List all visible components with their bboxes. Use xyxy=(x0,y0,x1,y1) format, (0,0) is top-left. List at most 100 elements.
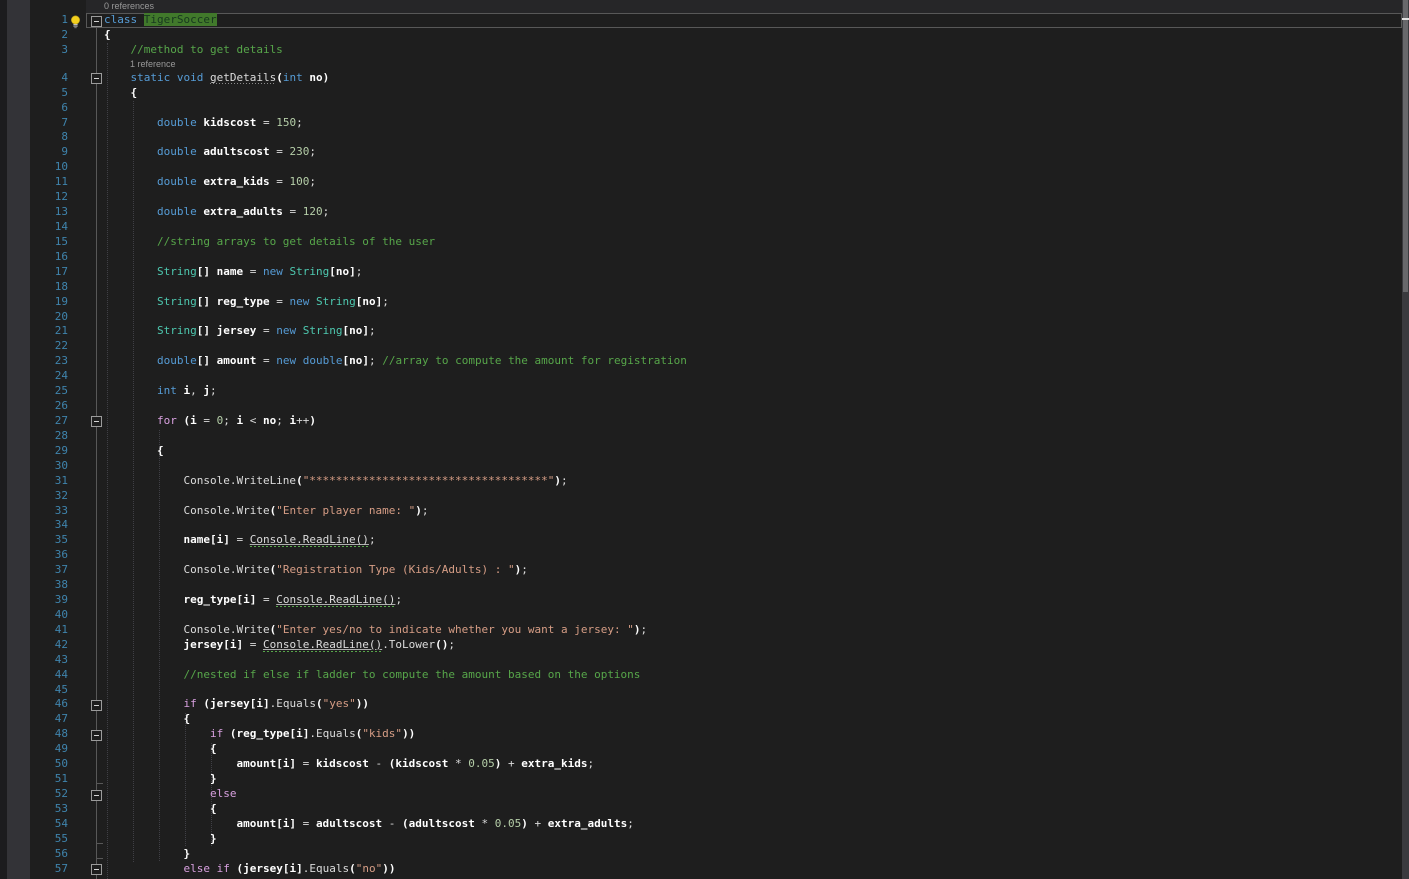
code-line-32[interactable]: 32 xyxy=(0,489,1409,504)
code-line-18[interactable]: 18 xyxy=(0,280,1409,295)
code-line-6[interactable]: 6 xyxy=(0,101,1409,116)
line-number[interactable]: 34 xyxy=(30,518,68,533)
line-number[interactable]: 12 xyxy=(30,190,68,205)
fold-collapse-button[interactable] xyxy=(91,864,102,876)
line-number[interactable]: 16 xyxy=(30,250,68,265)
line-number[interactable]: 54 xyxy=(30,817,68,832)
code-line-8[interactable]: 8 xyxy=(0,130,1409,145)
line-number[interactable]: 44 xyxy=(30,668,68,683)
scrollbar-thumb[interactable] xyxy=(1403,0,1408,292)
line-number[interactable]: 7 xyxy=(30,116,68,131)
code-line-52[interactable]: 52 else xyxy=(0,787,1409,802)
code-line-53[interactable]: 53 { xyxy=(0,802,1409,817)
line-number[interactable]: 32 xyxy=(30,489,68,504)
line-number[interactable]: 24 xyxy=(30,369,68,384)
code-line-16[interactable]: 16 xyxy=(0,250,1409,265)
code-line-9[interactable]: 9 double adultscost = 230; xyxy=(0,145,1409,160)
line-number[interactable]: 38 xyxy=(30,578,68,593)
code-line-5[interactable]: 5 { xyxy=(0,86,1409,101)
codelens-references-link[interactable]: 1 reference xyxy=(130,59,176,69)
code-line-42[interactable]: 42 jersey[i] = Console.ReadLine().ToLowe… xyxy=(0,637,1409,653)
line-number[interactable]: 10 xyxy=(30,160,68,175)
code-line-34[interactable]: 34 xyxy=(0,518,1409,533)
code-line-30[interactable]: 30 xyxy=(0,459,1409,474)
code-line-23[interactable]: 23 double[] amount = new double[no]; //a… xyxy=(0,354,1409,369)
code-line-31[interactable]: 31 Console.WriteLine("******************… xyxy=(0,474,1409,489)
line-number[interactable]: 31 xyxy=(30,474,68,489)
code-line-14[interactable]: 14 xyxy=(0,220,1409,235)
code-line-13[interactable]: 13 double extra_adults = 120; xyxy=(0,205,1409,220)
code-line-36[interactable]: 36 xyxy=(0,548,1409,563)
line-number[interactable]: 25 xyxy=(30,384,68,399)
line-number[interactable]: 6 xyxy=(30,101,68,116)
codelens-references-link[interactable]: 0 references xyxy=(104,1,154,11)
code-line-24[interactable]: 24 xyxy=(0,369,1409,384)
line-number[interactable]: 48 xyxy=(30,727,68,742)
line-number[interactable]: 50 xyxy=(30,757,68,772)
line-number[interactable]: 4 xyxy=(30,71,68,86)
line-number[interactable]: 42 xyxy=(30,638,68,653)
code-line-50[interactable]: 50 amount[i] = kidscost - (kidscost * 0.… xyxy=(0,757,1409,772)
line-number[interactable]: 14 xyxy=(30,220,68,235)
line-number[interactable]: 47 xyxy=(30,712,68,727)
code-line-38[interactable]: 38 xyxy=(0,578,1409,593)
line-number[interactable]: 55 xyxy=(30,832,68,847)
line-number[interactable]: 2 xyxy=(30,28,68,43)
line-number[interactable]: 40 xyxy=(30,608,68,623)
line-number[interactable]: 20 xyxy=(30,310,68,325)
line-number[interactable]: 26 xyxy=(30,399,68,414)
line-number[interactable]: 35 xyxy=(30,533,68,548)
line-number[interactable]: 17 xyxy=(30,265,68,280)
code-line-43[interactable]: 43 xyxy=(0,653,1409,668)
code-line-26[interactable]: 26 xyxy=(0,399,1409,414)
code-line-7[interactable]: 7 double kidscost = 150; xyxy=(0,116,1409,131)
line-number[interactable]: 53 xyxy=(30,802,68,817)
code-line-19[interactable]: 19 String[] reg_type = new String[no]; xyxy=(0,295,1409,310)
code-line-46[interactable]: 46 if (jersey[i].Equals("yes")) xyxy=(0,697,1409,712)
line-number[interactable]: 56 xyxy=(30,847,68,862)
code-line-29[interactable]: 29 { xyxy=(0,444,1409,459)
line-number[interactable]: 11 xyxy=(30,175,68,190)
line-number[interactable]: 41 xyxy=(30,623,68,638)
fold-collapse-button[interactable] xyxy=(91,699,102,711)
code-line-27[interactable]: 27 for (i = 0; i < no; i++) xyxy=(0,414,1409,429)
code-line-54[interactable]: 54 amount[i] = adultscost - (adultscost … xyxy=(0,817,1409,832)
line-number[interactable]: 45 xyxy=(30,683,68,698)
fold-collapse-button[interactable] xyxy=(91,15,102,27)
vertical-scrollbar[interactable] xyxy=(1402,0,1409,879)
code-line-25[interactable]: 25 int i, j; xyxy=(0,384,1409,399)
code-line-51[interactable]: 51 } xyxy=(0,772,1409,787)
line-number[interactable]: 37 xyxy=(30,563,68,578)
line-number[interactable]: 21 xyxy=(30,324,68,339)
fold-collapse-button[interactable] xyxy=(91,73,102,85)
line-number[interactable]: 28 xyxy=(30,429,68,444)
line-number[interactable]: 51 xyxy=(30,772,68,787)
code-line-17[interactable]: 17 String[] name = new String[no]; xyxy=(0,265,1409,280)
code-line-20[interactable]: 20 xyxy=(0,310,1409,325)
line-number[interactable]: 52 xyxy=(30,787,68,802)
code-line-40[interactable]: 40 xyxy=(0,608,1409,623)
line-number[interactable]: 27 xyxy=(30,414,68,429)
line-number[interactable]: 33 xyxy=(30,504,68,519)
fold-collapse-button[interactable] xyxy=(91,789,102,801)
code-line-10[interactable]: 10 xyxy=(0,160,1409,175)
line-number[interactable]: 13 xyxy=(30,205,68,220)
code-line-11[interactable]: 11 double extra_kids = 100; xyxy=(0,175,1409,190)
code-line-55[interactable]: 55 } xyxy=(0,832,1409,847)
line-number[interactable]: 5 xyxy=(30,86,68,101)
code-line-3[interactable]: 3 //method to get details xyxy=(0,43,1409,58)
fold-collapse-button[interactable] xyxy=(91,416,102,428)
code-line-12[interactable]: 12 xyxy=(0,190,1409,205)
code-line-28[interactable]: 28 xyxy=(0,429,1409,444)
line-number[interactable]: 3 xyxy=(30,43,68,58)
line-number[interactable]: 23 xyxy=(30,354,68,369)
line-number[interactable]: 29 xyxy=(30,444,68,459)
code-line-4[interactable]: 4 static void getDetails(int no) xyxy=(0,70,1409,86)
code-line-44[interactable]: 44 //nested if else if ladder to compute… xyxy=(0,668,1409,683)
line-number[interactable]: 43 xyxy=(30,653,68,668)
code-line-47[interactable]: 47 { xyxy=(0,712,1409,727)
code-line-49[interactable]: 49 { xyxy=(0,742,1409,757)
code-line-45[interactable]: 45 xyxy=(0,683,1409,698)
line-number[interactable]: 22 xyxy=(30,339,68,354)
code-line-41[interactable]: 41 Console.Write("Enter yes/no to indica… xyxy=(0,623,1409,638)
